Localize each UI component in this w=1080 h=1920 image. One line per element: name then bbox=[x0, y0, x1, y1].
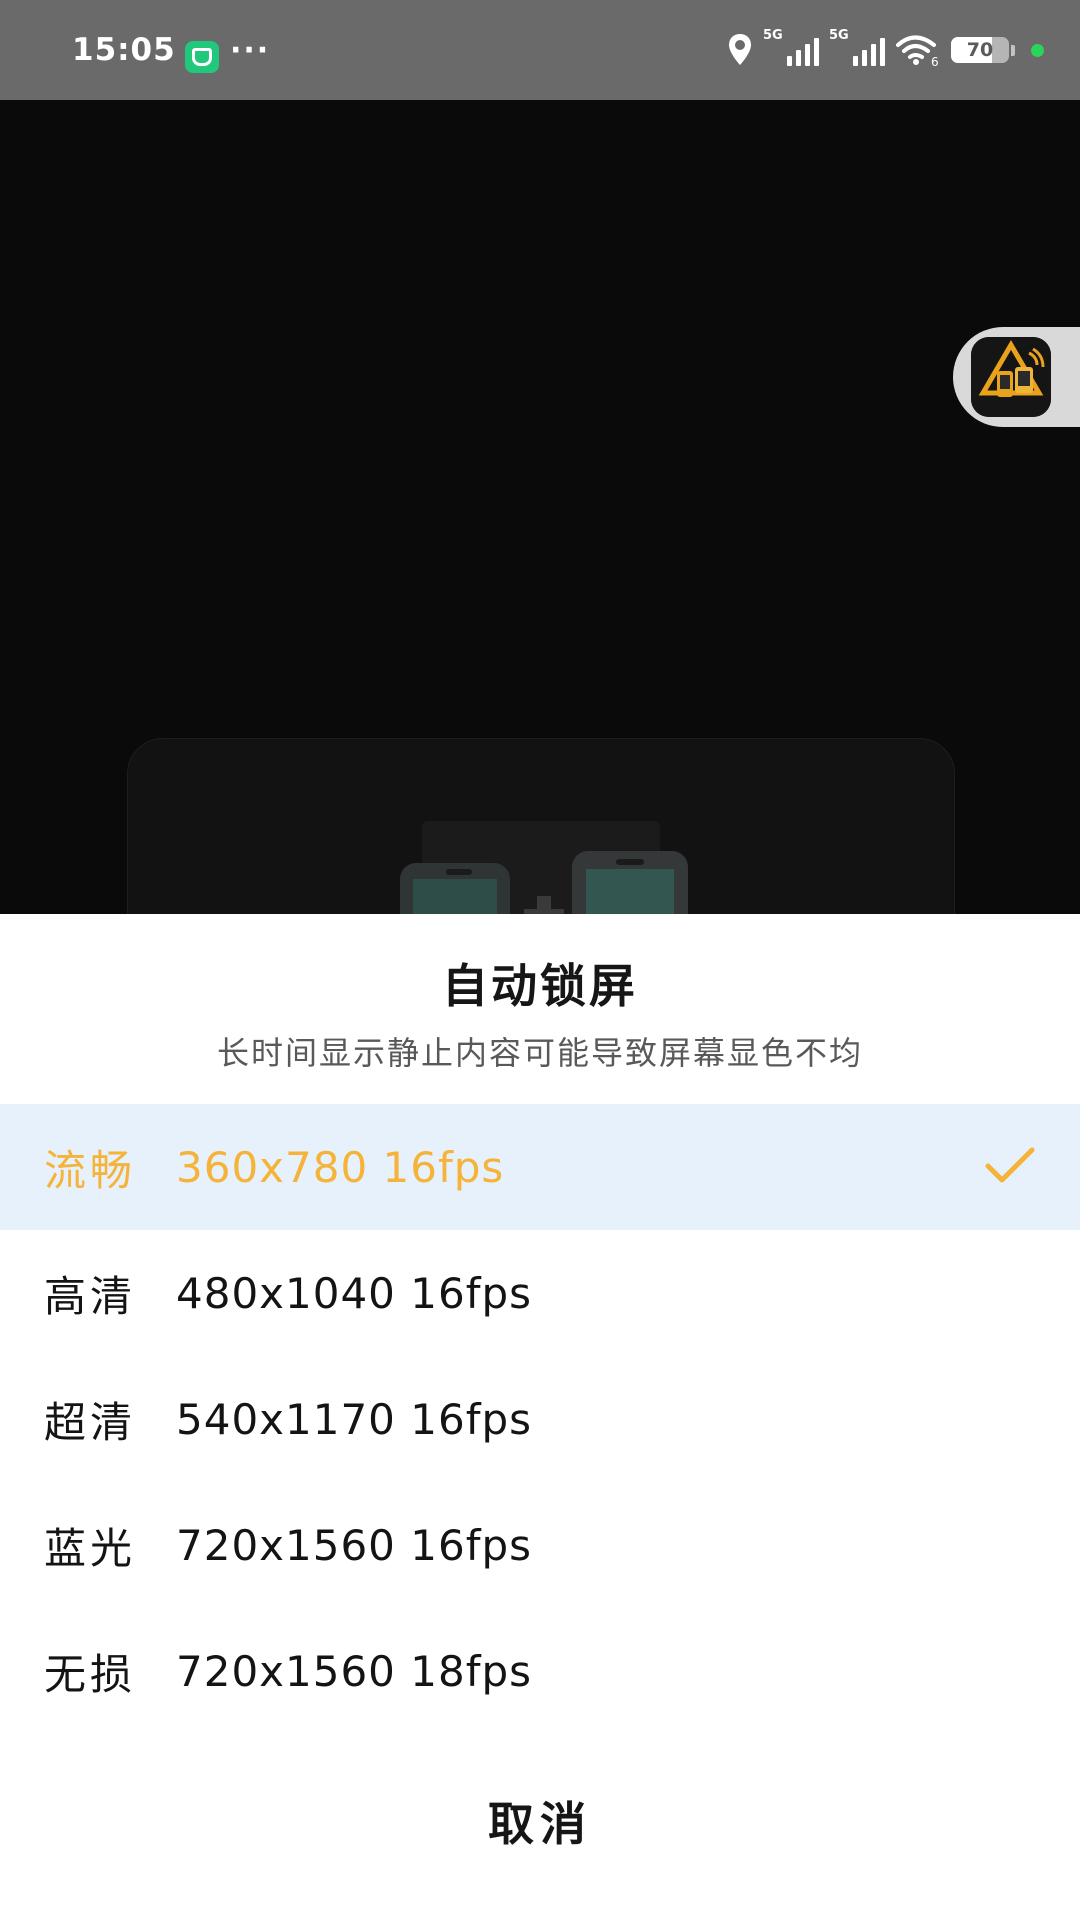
battery-tip bbox=[1011, 44, 1015, 56]
signal-type-label: 5G bbox=[829, 28, 849, 43]
signal-icon: 5G bbox=[763, 28, 819, 68]
option-spec: 360x780 16fps bbox=[176, 1142, 505, 1192]
battery-icon: 70 bbox=[951, 37, 1009, 63]
signal-icon: 5G bbox=[829, 28, 885, 68]
floating-assistant-button[interactable] bbox=[953, 327, 1080, 427]
check-icon bbox=[984, 1144, 1036, 1188]
wifi-standard-label: 6 bbox=[931, 55, 939, 68]
status-bar: 15:05 ··· 5G 5G 6 70 bbox=[0, 0, 1080, 100]
location-icon bbox=[727, 32, 753, 68]
option-name: 流畅 bbox=[44, 1145, 137, 1195]
app-badge-icon bbox=[185, 41, 219, 73]
quality-bottom-sheet: 自动锁屏 长时间显示静止内容可能导致屏幕显色不均 流畅 360x780 16fp… bbox=[0, 914, 1080, 1920]
quality-option-smooth[interactable]: 流畅 360x780 16fps bbox=[0, 1104, 1080, 1230]
screen: 15:05 ··· 5G 5G 6 70 自动锁屏 长时间显示静止内容可能导致屏… bbox=[0, 0, 1080, 1920]
option-spec: 480x1040 16fps bbox=[176, 1268, 533, 1318]
assistant-app-icon bbox=[971, 337, 1051, 417]
option-spec: 540x1170 16fps bbox=[176, 1394, 533, 1444]
quality-option-list: 流畅 360x780 16fps 高清 480x1040 16fps 超清 54… bbox=[0, 1104, 1080, 1734]
wifi-icon: 6 bbox=[895, 32, 941, 69]
status-time: 15:05 bbox=[72, 32, 176, 68]
sheet-subtitle: 长时间显示静止内容可能导致屏幕显色不均 bbox=[216, 1034, 863, 1072]
option-name: 蓝光 bbox=[44, 1523, 137, 1573]
quality-option-lossless[interactable]: 无损 720x1560 18fps bbox=[0, 1608, 1080, 1734]
cancel-button[interactable]: 取消 bbox=[390, 1779, 690, 1869]
quality-option-fullhd[interactable]: 超清 540x1170 16fps bbox=[0, 1356, 1080, 1482]
status-icons: 5G 5G 6 70 bbox=[727, 28, 1044, 70]
sheet-title: 自动锁屏 bbox=[442, 959, 638, 1013]
option-name: 超清 bbox=[44, 1397, 137, 1447]
option-name: 无损 bbox=[44, 1649, 137, 1699]
more-notifications-icon: ··· bbox=[230, 33, 271, 68]
option-name: 高清 bbox=[44, 1271, 137, 1321]
option-spec: 720x1560 18fps bbox=[176, 1646, 533, 1696]
quality-option-hd[interactable]: 高清 480x1040 16fps bbox=[0, 1230, 1080, 1356]
quality-option-bluray[interactable]: 蓝光 720x1560 16fps bbox=[0, 1482, 1080, 1608]
signal-type-label: 5G bbox=[763, 28, 783, 43]
battery-percent: 70 bbox=[966, 39, 994, 61]
privacy-indicator-dot bbox=[1031, 43, 1044, 57]
option-spec: 720x1560 16fps bbox=[176, 1520, 533, 1570]
